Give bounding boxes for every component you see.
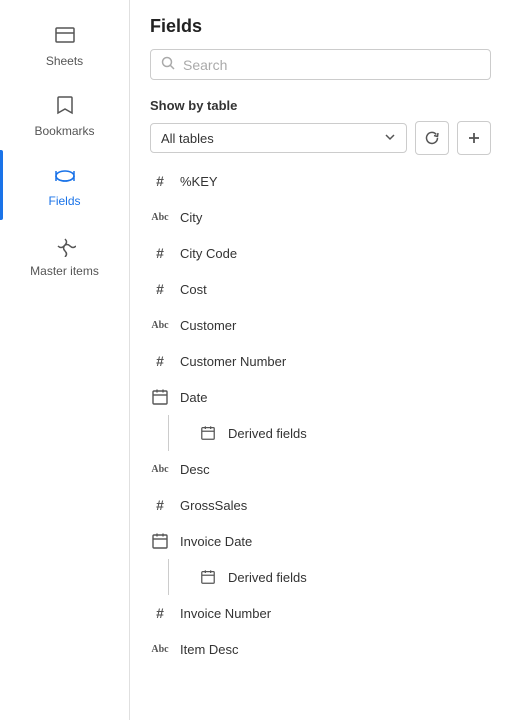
sidebar-item-bookmarks[interactable]: Bookmarks	[0, 80, 129, 150]
refresh-button[interactable]	[415, 121, 449, 155]
field-item-cost[interactable]: # Cost	[130, 271, 511, 307]
bookmarks-icon	[51, 92, 79, 120]
main-panel: Fields Show by table All tables	[130, 0, 511, 720]
chevron-down-icon	[384, 130, 396, 146]
field-name: Invoice Date	[180, 534, 252, 549]
add-button[interactable]	[457, 121, 491, 155]
field-name: Customer Number	[180, 354, 286, 369]
abc-icon: Abc	[150, 459, 170, 479]
field-item-desc[interactable]: Abc Desc	[130, 451, 511, 487]
hash-icon: #	[150, 279, 170, 299]
sidebar-item-sheets[interactable]: Sheets	[0, 10, 129, 80]
sidebar-item-master-items[interactable]: Master items	[0, 220, 129, 290]
show-by-table-label: Show by table	[150, 98, 491, 113]
hash-icon: #	[150, 171, 170, 191]
field-item-customer[interactable]: Abc Customer	[130, 307, 511, 343]
hash-icon: #	[150, 495, 170, 515]
calendar-icon	[150, 531, 170, 551]
field-item-invoice-number[interactable]: # Invoice Number	[130, 595, 511, 631]
calendar-icon	[198, 423, 218, 443]
field-name: Invoice Number	[180, 606, 271, 621]
hash-icon: #	[150, 243, 170, 263]
calendar-icon	[198, 567, 218, 587]
field-item-city[interactable]: Abc City	[130, 199, 511, 235]
sidebar-item-bookmarks-label: Bookmarks	[34, 124, 94, 138]
field-name: Derived fields	[228, 570, 307, 585]
field-name: Item Desc	[180, 642, 239, 657]
derived-connector-date: Derived fields	[158, 415, 511, 451]
field-name: %KEY	[180, 174, 218, 189]
search-box	[150, 49, 491, 80]
show-by-table-section: Show by table All tables	[130, 90, 511, 163]
field-item-gross-sales[interactable]: # GrossSales	[130, 487, 511, 523]
sidebar-item-sheets-label: Sheets	[46, 54, 83, 68]
search-icon	[161, 56, 175, 73]
field-name: Date	[180, 390, 207, 405]
field-name: City	[180, 210, 202, 225]
derived-connector-invoice-date: Derived fields	[158, 559, 511, 595]
table-controls: All tables	[150, 121, 491, 155]
field-name: Customer	[180, 318, 236, 333]
table-select-value: All tables	[161, 131, 214, 146]
search-input[interactable]	[183, 57, 480, 73]
sidebar-item-fields[interactable]: Fields	[0, 150, 129, 220]
abc-icon: Abc	[150, 639, 170, 659]
field-item-customer-number[interactable]: # Customer Number	[130, 343, 511, 379]
sidebar-item-master-items-label: Master items	[30, 264, 99, 278]
fields-icon	[51, 162, 79, 190]
field-name: Desc	[180, 462, 210, 477]
field-name: GrossSales	[180, 498, 247, 513]
field-item-derived-invoice-date[interactable]: Derived fields	[178, 559, 511, 595]
page-title: Fields	[150, 16, 491, 37]
abc-icon: Abc	[150, 207, 170, 227]
field-name: Derived fields	[228, 426, 307, 441]
hash-icon: #	[150, 603, 170, 623]
field-item-city-code[interactable]: # City Code	[130, 235, 511, 271]
calendar-icon	[150, 387, 170, 407]
master-items-icon	[51, 232, 79, 260]
table-select-dropdown[interactable]: All tables	[150, 123, 407, 153]
field-item-derived-date[interactable]: Derived fields	[178, 415, 511, 451]
sidebar-item-fields-label: Fields	[48, 194, 80, 208]
abc-icon: Abc	[150, 315, 170, 335]
main-header: Fields	[130, 0, 511, 90]
field-name: City Code	[180, 246, 237, 261]
fields-list: # %KEY Abc City # City Code # Cost Abc C…	[130, 163, 511, 720]
field-name: Cost	[180, 282, 207, 297]
field-item-percent-key[interactable]: # %KEY	[130, 163, 511, 199]
field-item-date[interactable]: Date	[130, 379, 511, 415]
sheets-icon	[51, 22, 79, 50]
field-item-item-desc[interactable]: Abc Item Desc	[130, 631, 511, 667]
field-item-invoice-date[interactable]: Invoice Date	[130, 523, 511, 559]
hash-icon: #	[150, 351, 170, 371]
sidebar: Sheets Bookmarks Fields Master i	[0, 0, 130, 720]
